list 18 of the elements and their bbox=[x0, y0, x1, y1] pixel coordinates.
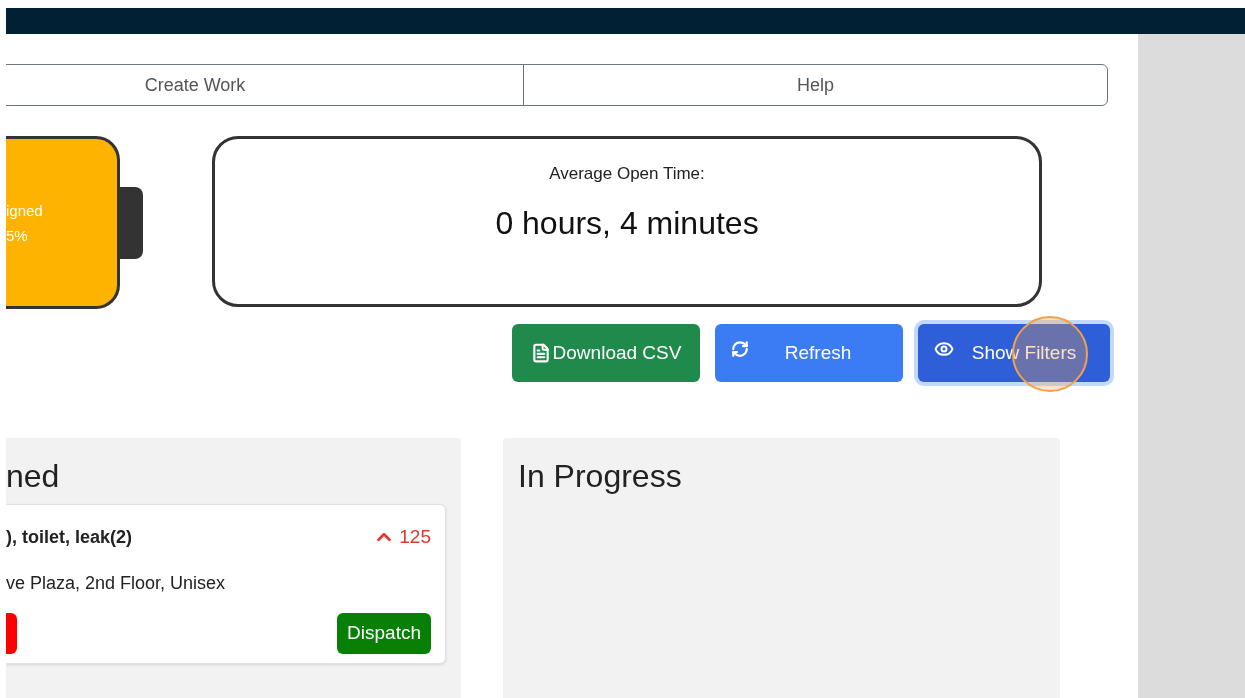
csv-file-icon bbox=[530, 343, 551, 363]
average-value: 0 hours, 4 minutes bbox=[495, 203, 759, 243]
status-percent: 5% bbox=[6, 225, 29, 246]
column-title: In Progress bbox=[518, 458, 683, 494]
delete-button[interactable] bbox=[6, 612, 17, 654]
column-title: ned bbox=[6, 458, 61, 494]
nav-tab[interactable]: Create Work bbox=[6, 64, 524, 106]
card-count: 125 bbox=[399, 525, 431, 549]
card-title: ), toilet, leak(2) bbox=[6, 525, 133, 549]
refresh-icon bbox=[731, 340, 749, 358]
dispatch-button[interactable]: Dispatch bbox=[337, 612, 431, 654]
eye-icon bbox=[934, 339, 954, 359]
refresh-button[interactable]: Refresh bbox=[715, 324, 903, 382]
nav-tab[interactable]: Help bbox=[523, 64, 1108, 106]
card-location: ve Plaza, 2nd Floor, Unisex bbox=[6, 571, 227, 595]
status-label: igned bbox=[6, 200, 44, 221]
average-label: Average Open Time: bbox=[549, 163, 705, 185]
download-csv-button[interactable]: Download CSV bbox=[512, 324, 700, 382]
